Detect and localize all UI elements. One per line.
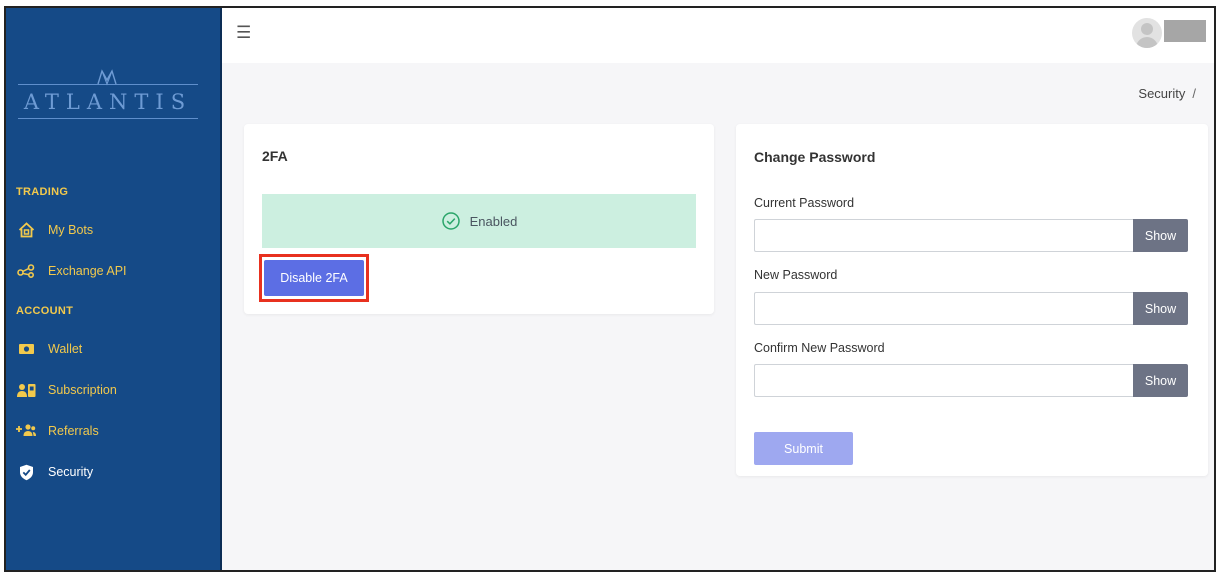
confirm-password-group: Show (754, 364, 1188, 397)
app-window: ATLANTIS TRADING My Bots Exchange API AC… (4, 6, 1216, 572)
sidebar-item-label: My Bots (48, 223, 94, 237)
sidebar-item-referrals[interactable]: Referrals (16, 419, 99, 443)
twofa-title: 2FA (262, 148, 288, 164)
sidebar-section-account: ACCOUNT (16, 305, 74, 317)
sidebar-item-subscription[interactable]: Subscription (16, 378, 117, 402)
sidebar-item-my-bots[interactable]: My Bots (16, 218, 93, 242)
change-password-card: Change Password Current Password Show Ne… (736, 124, 1208, 476)
confirm-password-label: Confirm New Password (754, 341, 885, 355)
current-password-input[interactable] (754, 219, 1133, 252)
new-password-group: Show (754, 292, 1188, 325)
confirm-password-show-button[interactable]: Show (1133, 364, 1188, 397)
confirm-password-input[interactable] (754, 364, 1133, 397)
current-password-label: Current Password (754, 196, 855, 210)
sidebar-item-security[interactable]: Security (16, 460, 93, 484)
breadcrumb: Security / (1138, 86, 1196, 101)
sidebar-item-label: Subscription (48, 383, 117, 397)
twofa-status-box: Enabled (262, 194, 696, 248)
sidebar-item-exchange-api[interactable]: Exchange API (16, 259, 127, 283)
home-icon (16, 221, 36, 239)
subscription-icon (16, 381, 36, 399)
sidebar-item-label: Referrals (48, 424, 99, 438)
new-password-show-button[interactable]: Show (1133, 292, 1188, 325)
user-avatar-icon[interactable] (1132, 18, 1162, 48)
submit-button[interactable]: Submit (754, 432, 853, 465)
add-users-icon (16, 422, 36, 440)
hamburger-icon[interactable]: ☰ (236, 24, 251, 41)
new-password-label: New Password (754, 268, 838, 282)
twofa-status-text: Enabled (469, 213, 518, 229)
disable-2fa-button[interactable]: Disable 2FA (264, 260, 364, 296)
sidebar-item-wallet[interactable]: Wallet (16, 337, 82, 361)
top-bar: ☰ (222, 8, 1214, 63)
logo-mark-icon (97, 69, 117, 86)
share-icon (16, 262, 36, 280)
check-circle-icon (441, 212, 460, 230)
sidebar-item-label: Security (48, 465, 94, 479)
change-password-title: Change Password (754, 149, 876, 165)
atlantis-logo[interactable]: ATLANTIS (18, 62, 198, 126)
user-name-redacted[interactable] (1164, 20, 1206, 42)
sidebar-item-label: Exchange API (48, 264, 127, 278)
twofa-card: 2FA Enabled Disable 2FA (244, 124, 714, 314)
sidebar-section-trading: TRADING (16, 186, 69, 198)
wallet-icon (16, 340, 36, 358)
logo-text: ATLANTIS (23, 90, 193, 114)
new-password-input[interactable] (754, 292, 1133, 325)
breadcrumb-current[interactable]: Security (1138, 86, 1185, 101)
shield-icon (16, 463, 36, 481)
current-password-group: Show (754, 219, 1188, 252)
sidebar-item-label: Wallet (48, 342, 83, 356)
current-password-show-button[interactable]: Show (1133, 219, 1188, 252)
sidebar: ATLANTIS TRADING My Bots Exchange API AC… (6, 8, 222, 570)
breadcrumb-separator: / (1192, 86, 1196, 101)
